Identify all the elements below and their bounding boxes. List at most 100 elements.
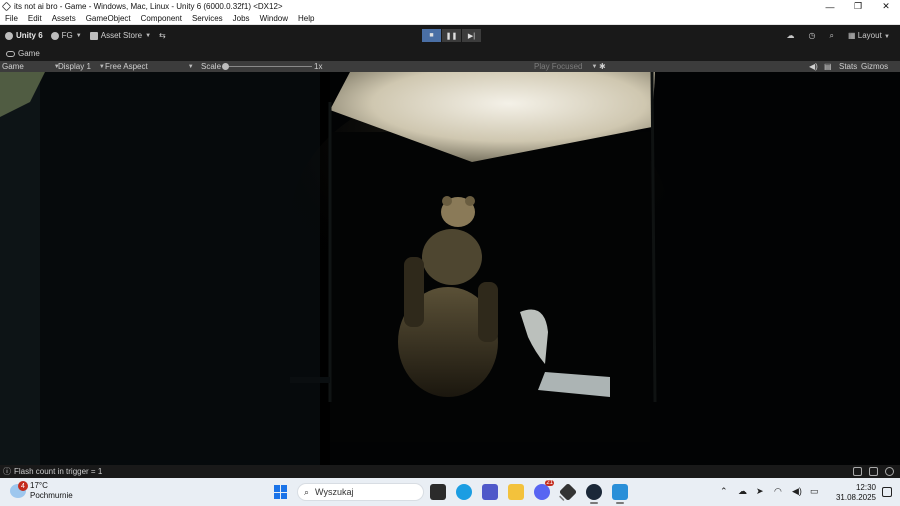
windows-start-icon[interactable] — [274, 485, 288, 499]
tray-chevron-up-icon[interactable]: ⌃ — [720, 486, 730, 496]
window-title: its not ai bro - Game - Windows, Mac, Li… — [14, 2, 283, 11]
close-button[interactable]: ✕ — [872, 0, 900, 13]
unity-version-label: Unity 6 — [16, 31, 43, 40]
display-dropdown[interactable]: Display 1 ▼ — [58, 61, 105, 72]
console-message[interactable]: Flash count in trigger = 1 — [14, 467, 102, 476]
weather-desc: Pochmurnie — [30, 491, 73, 500]
branch-icon: ⇆ — [159, 31, 166, 40]
file-manager-app-icon[interactable] — [430, 484, 446, 500]
windows-taskbar: 4 17°C Pochmurnie ⌕ Wyszukaj 21 ⌃ ☁ ➤ ◠ … — [0, 478, 900, 506]
taskbar-clock[interactable]: 12:30 31.08.2025 — [836, 483, 876, 503]
game-viewport[interactable] — [0, 72, 900, 465]
menu-component[interactable]: Component — [136, 14, 187, 23]
step-icon: ▶| — [467, 32, 476, 40]
gamepad-icon — [6, 50, 15, 57]
weather-temp: 17°C — [30, 481, 48, 490]
menu-window[interactable]: Window — [255, 14, 293, 23]
weather-cloud-icon: 4 — [10, 481, 28, 498]
weather-badge: 4 — [18, 481, 28, 491]
pause-icon: ❚❚ — [445, 32, 458, 40]
main-toolbar: Unity 6 FG ▼ Asset Store ▼ ⇆ ■ ❚❚ ▶| ☁ ◷… — [0, 25, 900, 46]
edge-browser-app-icon[interactable] — [456, 484, 472, 500]
send-icon[interactable]: ➤ — [756, 486, 766, 496]
unity-cube-icon — [5, 31, 13, 40]
volume-icon[interactable]: ◀) — [792, 486, 802, 496]
tab-bar: Game — [0, 46, 900, 61]
system-tray: ⌃ ☁ ➤ ◠ ◀) ▭ — [720, 486, 820, 496]
file-explorer-app-icon[interactable] — [508, 484, 524, 500]
game-render — [0, 72, 900, 465]
shopping-bag-icon — [89, 31, 98, 40]
search-icon[interactable]: ⌕ — [830, 31, 834, 41]
pause-button[interactable]: ❚❚ — [442, 29, 461, 42]
scale-slider-handle[interactable] — [222, 63, 229, 70]
aspect-label: Free Aspect — [105, 62, 148, 71]
toolbar-right: ☁ ◷ ⌕ ▦ Layout ▼ — [787, 25, 890, 46]
discord-app-icon[interactable]: 21 — [534, 480, 554, 500]
info-icon: ⓘ — [3, 467, 11, 476]
search-placeholder: Wyszukaj — [315, 487, 354, 497]
status-bar: ⓘ Flash count in trigger = 1 — [0, 465, 900, 478]
scale-label: Scale — [201, 62, 222, 71]
chevron-down-icon: ▼ — [591, 63, 598, 70]
asset-store-label: Asset Store — [100, 31, 143, 40]
play-button[interactable]: ■ — [422, 29, 441, 42]
unity-hub-app-icon[interactable] — [558, 482, 578, 502]
battery-icon[interactable]: ▭ — [810, 486, 820, 496]
account-dropdown[interactable]: FG ▼ — [50, 31, 82, 40]
console-icon[interactable] — [869, 467, 878, 476]
menu-edit[interactable]: Edit — [23, 14, 47, 23]
unity-logo-icon — [1, 1, 12, 12]
tab-game[interactable]: Game — [0, 46, 46, 61]
cloud-icon[interactable]: ☁ — [787, 31, 795, 40]
window-controls: — ❐ ✕ — [816, 0, 900, 13]
photos-app-icon[interactable] — [612, 484, 628, 504]
chevron-down-icon: ▼ — [98, 63, 105, 70]
game-mode-dropdown[interactable]: Game ▼ — [2, 61, 60, 72]
window-titlebar: its not ai bro - Game - Windows, Mac, Li… — [0, 0, 900, 13]
chevron-down-icon: ▼ — [884, 34, 890, 40]
clock-time: 12:30 — [855, 483, 876, 492]
asset-store-dropdown[interactable]: Asset Store ▼ — [89, 31, 152, 40]
layout-dropdown[interactable]: ▦ Layout ▼ — [848, 31, 890, 40]
gizmos-button[interactable]: Gizmos — [861, 61, 888, 72]
keyboard-shortcuts-icon[interactable]: ▤ — [824, 61, 832, 72]
playmode-controls: ■ ❚❚ ▶| — [422, 29, 481, 42]
version-control-button[interactable]: ⇆ — [159, 31, 166, 40]
stop-icon: ■ — [429, 32, 434, 39]
notification-bell-icon[interactable] — [882, 487, 892, 497]
scale-value: 1x — [314, 62, 323, 71]
aspect-dropdown[interactable]: Free Aspect ▼ — [105, 61, 194, 72]
taskbar-search[interactable]: ⌕ Wyszukaj — [297, 483, 424, 501]
scale-slider-track[interactable] — [228, 66, 312, 67]
account-icon — [50, 31, 59, 40]
wifi-icon[interactable]: ◠ — [774, 486, 784, 496]
chevron-down-icon: ▼ — [75, 32, 82, 39]
account-label: FG — [61, 31, 73, 40]
minimize-button[interactable]: — — [816, 0, 844, 13]
menu-services[interactable]: Services — [187, 14, 228, 23]
play-focused-dropdown[interactable]: Play Focused ▼ — [534, 61, 597, 72]
stats-button[interactable]: Stats — [839, 61, 857, 72]
debug-icon[interactable] — [853, 467, 862, 476]
maximize-button[interactable]: ❐ — [844, 0, 872, 13]
onedrive-icon[interactable]: ☁ — [738, 486, 748, 496]
history-icon[interactable]: ◷ — [809, 31, 816, 40]
teams-app-icon[interactable] — [482, 484, 498, 500]
progress-icon[interactable] — [885, 467, 894, 476]
tab-game-label: Game — [18, 49, 40, 58]
layout-icon: ▦ — [847, 31, 856, 40]
weather-widget[interactable]: 4 17°C Pochmurnie — [10, 481, 73, 501]
bug-icon[interactable]: ✱ — [599, 61, 606, 72]
chevron-down-icon: ▼ — [145, 32, 152, 39]
menu-file[interactable]: File — [0, 14, 23, 23]
menu-help[interactable]: Help — [293, 14, 319, 23]
step-button[interactable]: ▶| — [462, 29, 481, 42]
audio-mute-icon[interactable]: ◀) — [809, 61, 818, 72]
steam-app-icon[interactable] — [586, 484, 602, 504]
menu-assets[interactable]: Assets — [47, 14, 81, 23]
unity-version-button[interactable]: Unity 6 — [5, 31, 43, 40]
discord-badge: 21 — [545, 480, 554, 486]
menu-gameobject[interactable]: GameObject — [81, 14, 136, 23]
menu-jobs[interactable]: Jobs — [228, 14, 255, 23]
